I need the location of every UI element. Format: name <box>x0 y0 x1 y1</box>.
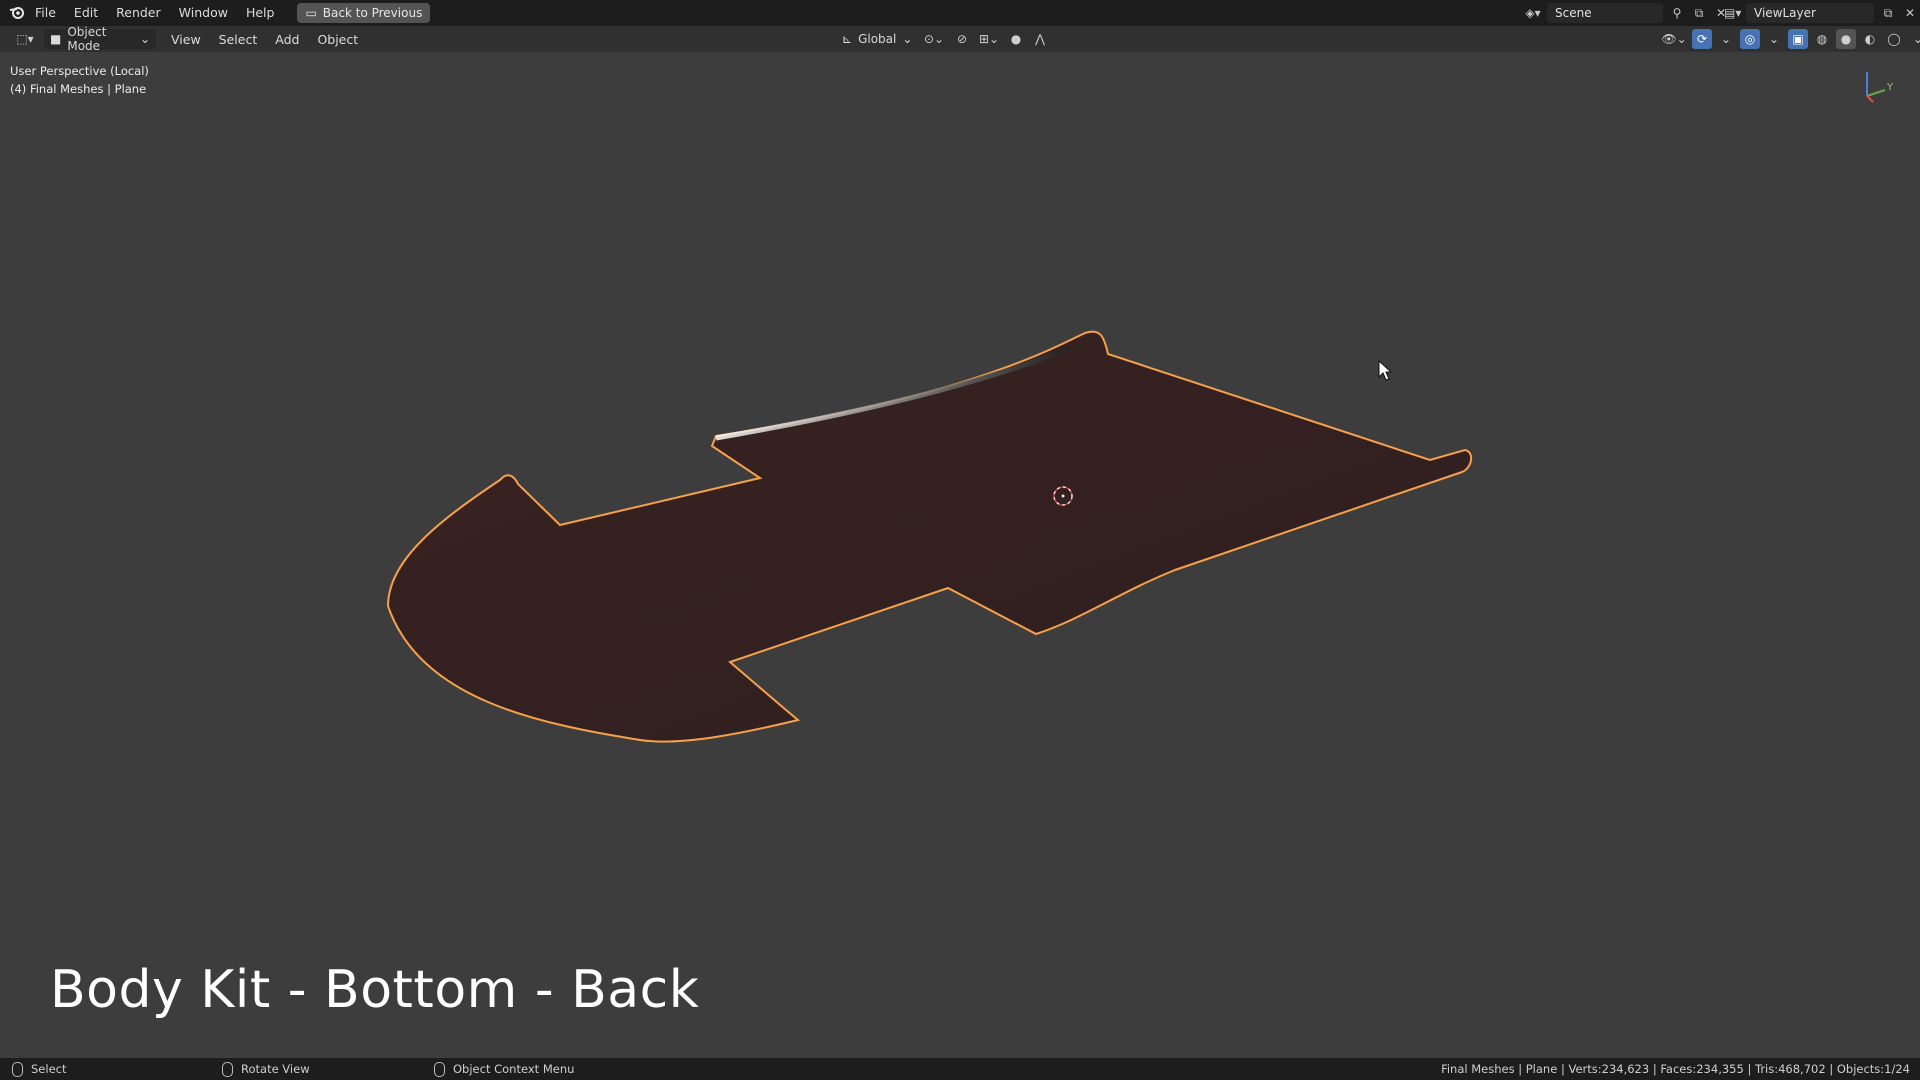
scene-statistics: Final Meshes | Plane | Verts:234,623 | F… <box>1441 1062 1910 1076</box>
status-rotate: Rotate View <box>222 1061 310 1077</box>
status-context-menu: Object Context Menu <box>434 1061 575 1077</box>
mouse-pointer-icon <box>1378 360 1393 381</box>
3d-cursor-icon <box>1053 486 1073 506</box>
status-bar: Select Rotate View Object Context Menu F… <box>0 1058 1920 1080</box>
selected-mesh-plane[interactable] <box>0 0 1920 1080</box>
mouse-left-button-icon <box>12 1061 23 1077</box>
video-caption: Body Kit - Bottom - Back <box>50 960 700 1020</box>
status-context-menu-label: Object Context Menu <box>453 1062 575 1076</box>
status-select-label: Select <box>31 1062 67 1076</box>
status-rotate-label: Rotate View <box>241 1062 310 1076</box>
mouse-middle-button-icon <box>222 1061 233 1077</box>
status-select: Select <box>12 1061 67 1077</box>
mouse-right-button-icon <box>434 1061 445 1077</box>
